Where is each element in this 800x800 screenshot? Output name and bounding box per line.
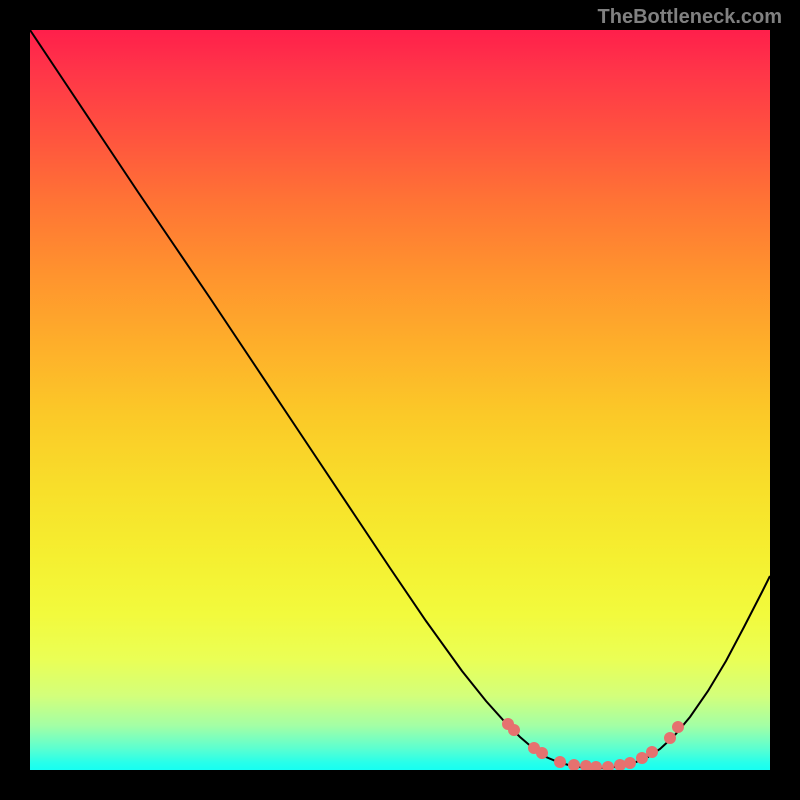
bottleneck-curve	[30, 30, 770, 768]
data-dot	[624, 757, 636, 769]
data-dot	[636, 752, 648, 764]
data-dot	[536, 747, 548, 759]
data-dot	[554, 756, 566, 768]
chart-overlay	[30, 30, 770, 770]
watermark-text: TheBottleneck.com	[598, 6, 782, 29]
data-dot	[602, 761, 614, 770]
data-dot	[508, 724, 520, 736]
data-dot	[568, 759, 580, 770]
chart-canvas: TheBottleneck.com	[0, 0, 800, 800]
data-dot	[590, 761, 602, 770]
data-dot	[646, 746, 658, 758]
data-dot	[672, 721, 684, 733]
data-dot	[664, 732, 676, 744]
plot-area	[30, 30, 770, 770]
